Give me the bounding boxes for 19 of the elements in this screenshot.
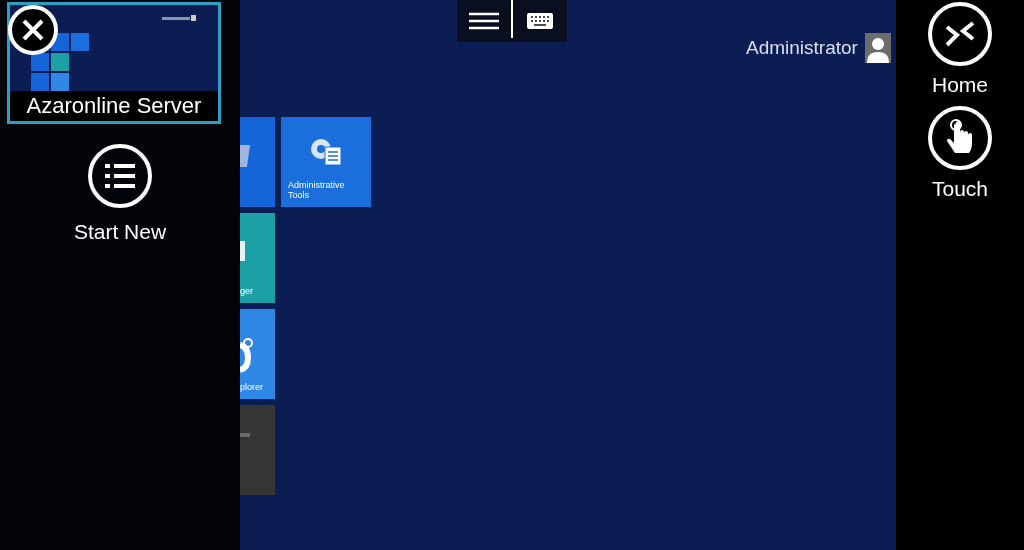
tile-label: plorer — [240, 382, 263, 392]
user-avatar-icon — [864, 33, 891, 63]
user-name: Administrator — [746, 35, 858, 60]
app-tile[interactable]: Administrative Tools — [281, 117, 371, 207]
tile-label: ger — [240, 286, 253, 296]
session-card[interactable]: Azaronline Server — [7, 2, 221, 124]
taskbar-edge-drawing — [240, 433, 250, 437]
close-icon — [22, 19, 44, 41]
menu-icon — [469, 12, 499, 30]
start-new-button[interactable]: Start New — [73, 144, 167, 248]
session-title: Azaronline Server — [10, 91, 218, 121]
keyboard-icon — [526, 12, 554, 30]
terminal-edge-icon — [240, 145, 250, 167]
app-tile-edge[interactable] — [240, 405, 275, 495]
tile-label: Administrative Tools — [288, 180, 346, 200]
app-tile-edge[interactable] — [240, 117, 275, 207]
list-icon — [104, 162, 136, 190]
app-tile-edge[interactable]: plorer — [240, 309, 275, 399]
monitor-edge-icon — [240, 241, 248, 263]
